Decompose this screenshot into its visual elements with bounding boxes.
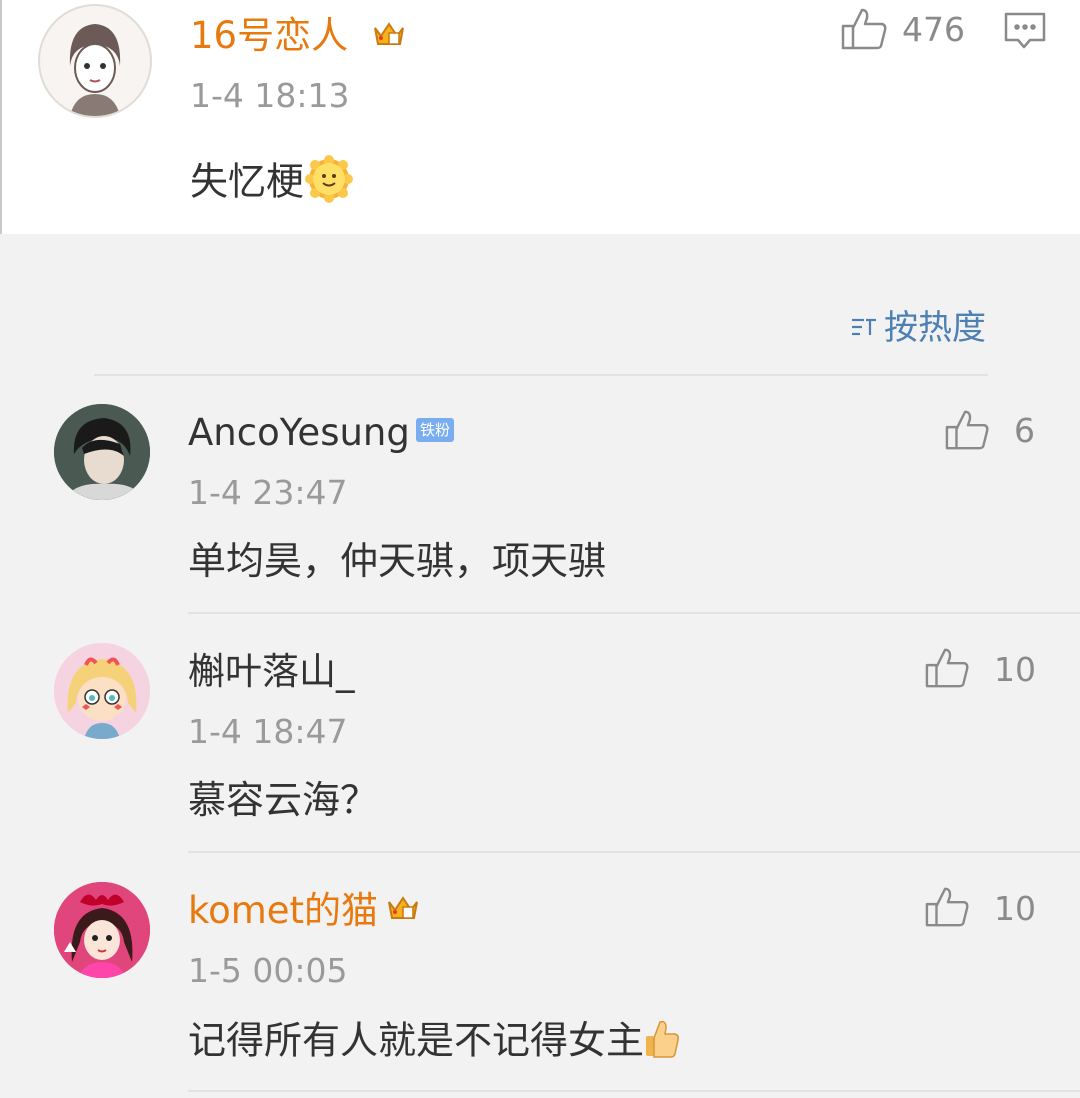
sort-icon	[850, 306, 878, 350]
user-name[interactable]: 16号恋人	[190, 14, 348, 58]
comment-icon[interactable]	[1004, 12, 1046, 54]
avatar[interactable]	[38, 4, 152, 118]
post-time: 1-4 18:13	[190, 76, 350, 115]
like-count: 10	[994, 650, 1036, 689]
post-content: 失忆梗	[190, 154, 354, 214]
divider	[94, 374, 988, 376]
comment-content: 单均昊，仲天骐，项天骐	[188, 539, 607, 583]
thumbs-up-icon[interactable]	[924, 646, 970, 694]
comment-content: 慕容云海？	[188, 778, 379, 822]
thumbs-up-emoji-icon	[644, 1016, 680, 1070]
like-count: 6	[1014, 411, 1035, 450]
like-count: 10	[994, 889, 1036, 928]
like-count: 476	[902, 10, 965, 49]
comment-time: 1-5 00:05	[188, 951, 348, 990]
divider	[188, 851, 1080, 853]
divider	[188, 612, 1080, 614]
divider	[188, 1090, 1080, 1092]
post-text: 失忆梗	[190, 159, 305, 204]
avatar[interactable]	[54, 882, 150, 978]
comment-time: 1-4 23:47	[188, 473, 348, 512]
thumbs-up-icon[interactable]	[924, 885, 970, 933]
main-post: 16号恋人 1-4 18:13 失忆梗 476	[0, 0, 1080, 234]
vip-crown-icon	[372, 18, 406, 54]
thumbs-up-icon[interactable]	[944, 408, 990, 456]
avatar[interactable]	[54, 643, 150, 739]
user-name[interactable]: komet的猫	[188, 889, 378, 933]
comment-time: 1-4 18:47	[188, 712, 348, 751]
vip-crown-icon	[386, 892, 420, 928]
comments-section	[0, 264, 1080, 1098]
avatar[interactable]	[54, 404, 150, 500]
smile-sun-emoji-icon	[304, 154, 354, 214]
user-name[interactable]: AncoYesung	[188, 411, 410, 455]
user-name[interactable]: 槲叶落山_	[188, 650, 355, 694]
comment-content: 记得所有人就是不记得女主	[188, 1016, 680, 1070]
thumbs-up-icon[interactable]	[840, 6, 888, 56]
sort-label: 按热度	[884, 308, 986, 348]
comment-text: 记得所有人就是不记得女主	[188, 1018, 645, 1063]
fan-badge: 铁粉	[416, 418, 455, 442]
sort-by-hot-button[interactable]: 按热度	[850, 306, 986, 350]
